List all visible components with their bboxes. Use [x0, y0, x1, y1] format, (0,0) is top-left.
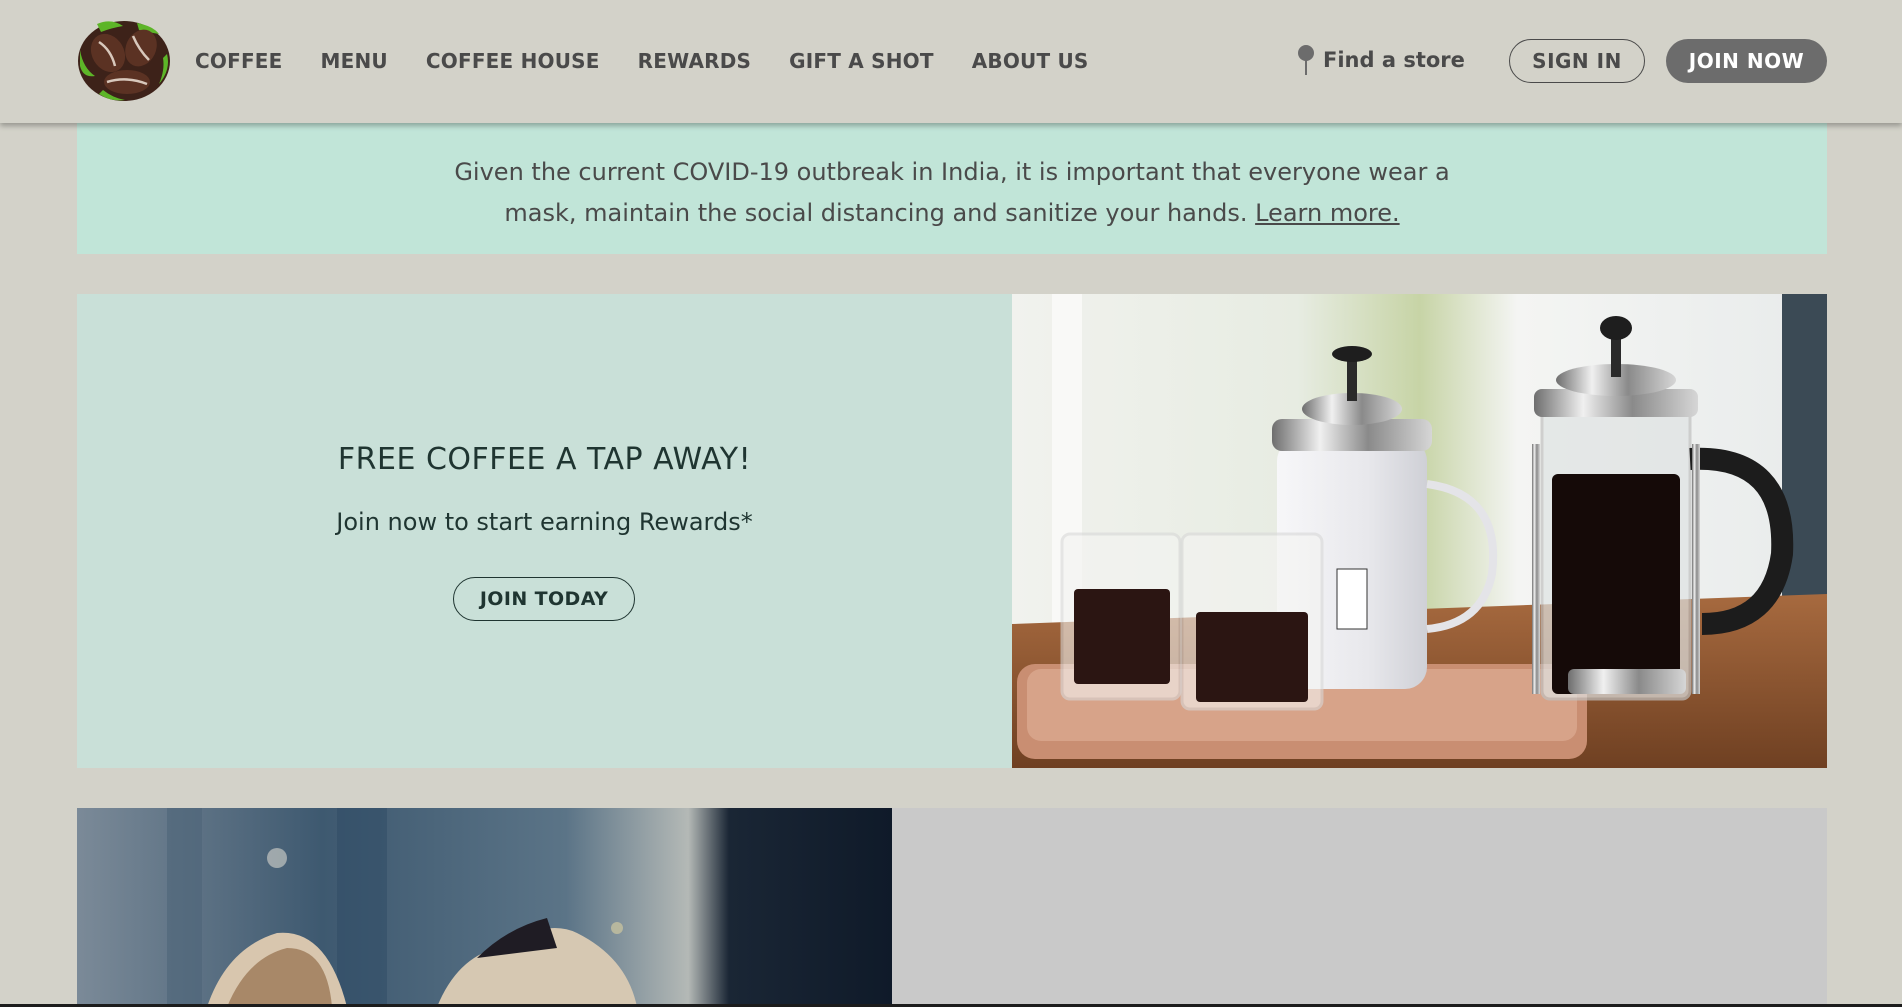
nav-about-us[interactable]: ABOUT US [972, 48, 1089, 74]
learn-more-link[interactable]: Learn more. [1255, 199, 1400, 227]
nav-menu[interactable]: MENU [321, 48, 388, 74]
rewards-promo-card: FREE COFFEE A TAP AWAY! Join now to star… [77, 294, 1827, 768]
promo-subtitle: Join now to start earning Rewards* [336, 508, 753, 536]
promo-title: FREE COFFEE A TAP AWAY! [337, 442, 752, 477]
join-today-button[interactable]: JOIN TODAY [453, 577, 635, 621]
coffee-bean-logo[interactable] [77, 20, 171, 102]
site-header: COFFEE MENU COFFEE HOUSE REWARDS GIFT A … [0, 0, 1902, 123]
nav-gift-a-shot[interactable]: GIFT A SHOT [789, 48, 934, 74]
main-nav: COFFEE MENU COFFEE HOUSE REWARDS GIFT A … [195, 48, 1127, 74]
notice-line-2: mask, maintain the social distancing and… [504, 199, 1248, 227]
coffee-dessert-image [77, 808, 892, 1007]
notice-line-1: Given the current COVID-19 outbreak in I… [454, 158, 1450, 186]
join-now-button[interactable]: JOIN NOW [1666, 39, 1827, 83]
french-press-coffee-image [1012, 294, 1827, 768]
grey-content-panel [892, 808, 1827, 1007]
notice-line-2-container: mask, maintain the social distancing and… [77, 193, 1827, 234]
find-store-link[interactable]: Find a store [1297, 44, 1465, 76]
promo-text-panel: FREE COFFEE A TAP AWAY! Join now to star… [77, 294, 1012, 768]
nav-coffee[interactable]: COFFEE [195, 48, 283, 74]
sign-in-button[interactable]: SIGN IN [1509, 39, 1645, 83]
nav-coffee-house[interactable]: COFFEE HOUSE [426, 48, 600, 74]
location-pin-icon [1298, 45, 1314, 75]
covid-notice-banner: Given the current COVID-19 outbreak in I… [77, 123, 1827, 254]
nav-rewards[interactable]: REWARDS [638, 48, 752, 74]
find-store-label: Find a store [1323, 48, 1465, 72]
